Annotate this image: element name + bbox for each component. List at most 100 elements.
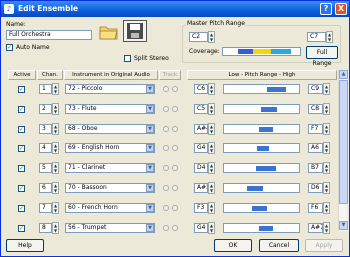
chevron-down-icon[interactable]: ▼ [146,164,154,172]
close-button[interactable]: X [335,3,347,15]
row-chan-field[interactable]: 3 [39,124,52,134]
row-instrument-select[interactable]: 73 - Flute [65,104,155,114]
row-chan-field[interactable]: 5 [39,163,52,173]
scroll-up-icon[interactable]: ▲ [339,70,348,79]
row-chan-spinner[interactable]: ▲ ▼ [52,142,59,154]
split-stereo-checkbox[interactable] [124,55,131,62]
row-low-field[interactable]: G4 [194,143,208,153]
row-chan-spinner[interactable]: ▲ ▼ [52,202,59,214]
row-low-spinner[interactable]: ▲ ▼ [208,142,215,154]
scrollbar[interactable]: ▲ ▼ [338,70,348,231]
row-track-radio-b[interactable] [172,205,178,211]
row-pitch-range-bar[interactable] [223,104,300,114]
chevron-down-icon[interactable]: ▼ [146,144,154,152]
row-active-checkbox[interactable]: ✓ [18,126,25,133]
row-high-field[interactable]: F7 [308,124,323,134]
row-low-spinner[interactable]: ▲ ▼ [208,222,215,234]
row-low-spinner[interactable]: ▲ ▼ [208,182,215,194]
auto-name-checkbox[interactable]: ✓ [6,44,13,51]
row-track-radio-a[interactable] [163,185,169,191]
row-pitch-range-bar[interactable] [223,143,300,153]
row-pitch-range-bar[interactable] [223,203,300,213]
row-low-spinner[interactable]: ▲ ▼ [208,103,215,115]
row-chan-field[interactable]: 8 [39,223,52,233]
row-high-spinner[interactable]: ▲ ▼ [323,182,330,194]
row-high-spinner[interactable]: ▲ ▼ [323,103,330,115]
row-pitch-range-fill[interactable] [257,146,269,151]
chevron-down-icon[interactable]: ▼ [146,105,154,113]
row-track-radio-b[interactable] [172,106,178,112]
row-active-checkbox[interactable]: ✓ [18,165,25,172]
row-pitch-range-bar[interactable] [223,223,300,233]
row-low-field[interactable]: G4 [194,223,208,233]
row-track-radio-b[interactable] [172,145,178,151]
chevron-down-icon[interactable]: ▼ [146,85,154,93]
master-high-field[interactable]: C7 [307,32,326,42]
row-low-field[interactable]: A#4 [194,124,208,134]
row-track-radio-a[interactable] [163,165,169,171]
row-low-field[interactable]: F3 [194,203,208,213]
row-track-radio-a[interactable] [163,86,169,92]
row-instrument-select[interactable]: 72 - Piccolo [65,84,155,94]
row-low-field[interactable]: C5 [194,104,208,114]
row-high-spinner[interactable]: ▲ ▼ [323,222,330,234]
row-high-spinner[interactable]: ▲ ▼ [323,162,330,174]
row-high-field[interactable]: C8 [308,104,323,114]
row-instrument-select[interactable]: 69 - English Horn [65,143,155,153]
row-pitch-range-bar[interactable] [223,124,300,134]
row-high-field[interactable]: F6 [308,203,323,213]
row-high-spinner[interactable]: ▲ ▼ [323,142,330,154]
row-instrument-select[interactable]: 71 - Clarinet [65,163,155,173]
row-track-radio-b[interactable] [172,86,178,92]
ok-button[interactable]: OK [214,239,252,252]
row-low-field[interactable]: D4 [194,163,208,173]
row-active-checkbox[interactable]: ✓ [18,185,25,192]
row-chan-field[interactable]: 1 [39,84,52,94]
row-track-radio-a[interactable] [163,106,169,112]
row-high-field[interactable]: D6 [308,183,323,193]
row-pitch-range-fill[interactable] [259,127,273,132]
row-track-radio-b[interactable] [172,225,178,231]
row-track-radio-b[interactable] [172,126,178,132]
row-instrument-select[interactable]: 70 - Bassoon [65,183,155,193]
row-high-field[interactable]: C9 [308,84,323,94]
chevron-down-icon[interactable]: ▼ [146,125,154,133]
row-high-field[interactable]: A6 [308,143,323,153]
scroll-thumb[interactable] [339,80,348,204]
row-track-radio-a[interactable] [163,205,169,211]
row-high-spinner[interactable]: ▲ ▼ [323,83,330,95]
row-low-field[interactable]: C6 [194,84,208,94]
row-active-checkbox[interactable]: ✓ [18,86,25,93]
row-track-radio-a[interactable] [163,225,169,231]
cancel-button[interactable]: Cancel [259,239,299,252]
row-pitch-range-fill[interactable] [256,166,276,171]
chevron-down-icon[interactable]: ▼ [146,224,154,232]
row-chan-field[interactable]: 6 [39,183,52,193]
help-title-button[interactable]: ? [320,3,332,15]
row-track-radio-b[interactable] [172,165,178,171]
row-active-checkbox[interactable]: ✓ [18,145,25,152]
row-chan-spinner[interactable]: ▲ ▼ [52,123,59,135]
row-chan-spinner[interactable]: ▲ ▼ [52,182,59,194]
row-low-field[interactable]: A#2 [194,183,208,193]
row-high-spinner[interactable]: ▲ ▼ [323,202,330,214]
apply-button[interactable]: Apply [305,239,343,252]
master-low-spinner[interactable]: ▲ ▼ [208,31,215,43]
row-low-spinner[interactable]: ▲ ▼ [208,202,215,214]
name-field[interactable]: Full Orchestra [6,30,92,40]
row-pitch-range-fill[interactable] [261,107,277,112]
open-folder-icon[interactable] [99,23,119,41]
row-chan-field[interactable]: 2 [39,104,52,114]
row-high-field[interactable]: B7 [308,163,323,173]
row-track-radio-a[interactable] [163,126,169,132]
master-low-field[interactable]: C2 [189,32,208,42]
row-high-field[interactable]: A#7 [308,223,323,233]
row-track-radio-a[interactable] [163,145,169,151]
row-pitch-range-bar[interactable] [223,183,300,193]
row-low-spinner[interactable]: ▲ ▼ [208,83,215,95]
row-track-radio-b[interactable] [172,185,178,191]
master-high-spinner[interactable]: ▲ ▼ [326,31,333,43]
row-active-checkbox[interactable]: ✓ [18,225,25,232]
row-active-checkbox[interactable]: ✓ [18,106,25,113]
row-chan-spinner[interactable]: ▲ ▼ [52,103,59,115]
